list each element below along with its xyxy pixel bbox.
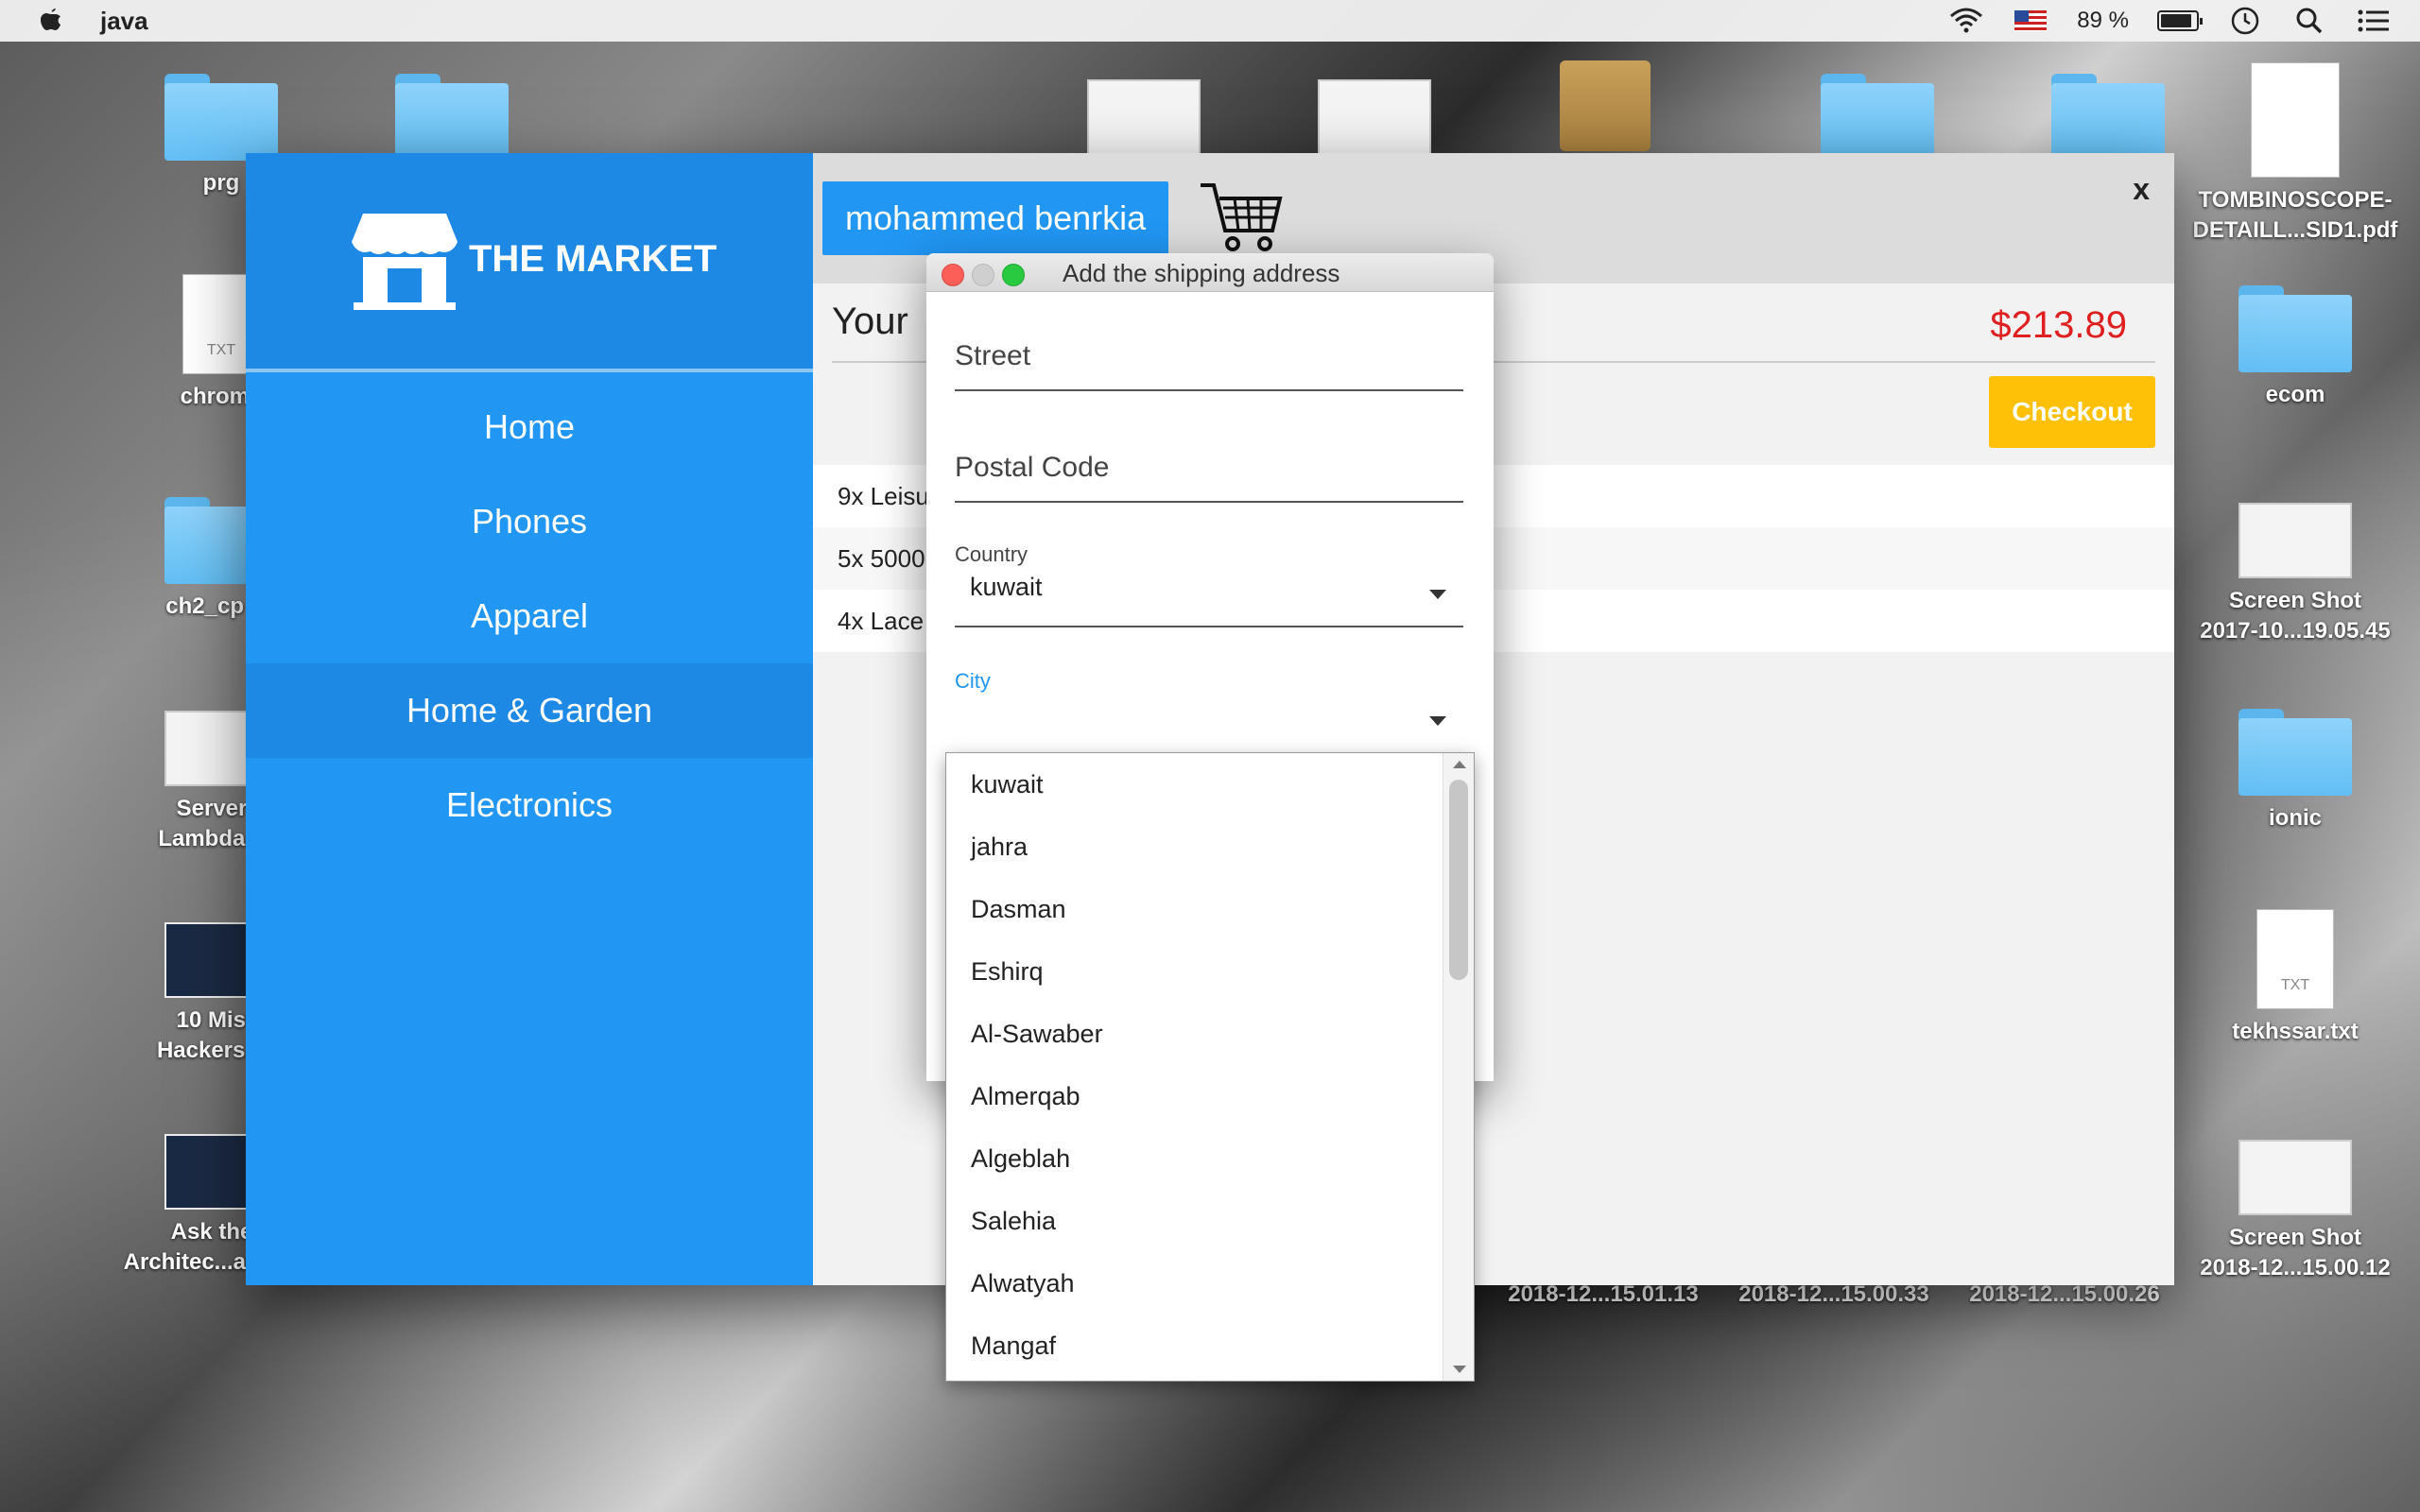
dropdown-option[interactable]: Eshirq <box>946 940 1442 1003</box>
menu-bar: java 89 % <box>0 0 2420 42</box>
desktop-icon-screenshot[interactable] <box>1261 79 1488 163</box>
dropdown-option[interactable]: Mangaf <box>946 1314 1442 1377</box>
battery-icon[interactable] <box>2157 10 2203 31</box>
zip-archive-icon <box>1560 60 1651 151</box>
checkout-button[interactable]: Checkout <box>1989 376 2155 448</box>
sidebar-item-phones[interactable]: Phones <box>246 474 813 569</box>
screenshot-thumbnail-icon <box>2238 1140 2352 1215</box>
folder-icon <box>2051 74 2165 161</box>
postal-code-placeholder: Postal Code <box>955 452 1110 483</box>
dropdown-option[interactable]: Salehia <box>946 1190 1442 1252</box>
desktop-icon-screenshot-2018[interactable]: Screen Shot 2018-12...15.00.12 <box>2182 1140 2409 1283</box>
desktop-icon-tekhssar-txt[interactable]: TXT tekhssar.txt <box>2182 909 2409 1047</box>
dropdown-option[interactable]: Al-Sawaber <box>946 1003 1442 1065</box>
dropdown-scrollbar[interactable] <box>1443 753 1474 1381</box>
window-zoom-button[interactable] <box>1002 264 1025 286</box>
wifi-icon[interactable] <box>1948 7 1984 35</box>
window-minimize-button[interactable] <box>972 264 994 286</box>
scrollbar-thumb[interactable] <box>1449 780 1468 980</box>
battery-percent: 89 % <box>2077 8 2129 33</box>
screenshot-thumbnail-icon <box>1318 79 1431 155</box>
pdf-file-icon <box>2251 62 2340 178</box>
us-flag-icon[interactable] <box>2013 7 2048 35</box>
folder-icon <box>2238 709 2352 796</box>
desktop-icon-screenshot[interactable] <box>1030 79 1257 163</box>
postal-code-field[interactable]: Postal Code <box>955 452 1463 503</box>
sidebar: THE MARKET Home Phones Apparel Home & Ga… <box>246 153 813 1285</box>
time-machine-icon[interactable] <box>2227 7 2263 35</box>
sidebar-item-home[interactable]: Home <box>246 380 813 474</box>
dropdown-option[interactable]: kuwait <box>946 753 1442 816</box>
user-button[interactable]: mohammed benrkia <box>822 181 1169 255</box>
folder-icon <box>1821 74 1934 161</box>
window-close-button[interactable] <box>942 264 964 286</box>
folder-icon <box>395 74 509 161</box>
chevron-down-icon <box>1429 716 1446 726</box>
scroll-up-arrow-icon[interactable] <box>1453 761 1466 768</box>
sidebar-item-apparel[interactable]: Apparel <box>246 569 813 663</box>
brand-name: THE MARKET <box>469 238 717 280</box>
sidebar-item-home-garden[interactable]: Home & Garden <box>246 663 813 758</box>
folder-icon <box>164 74 278 161</box>
country-label: Country <box>955 542 1028 566</box>
brand-header: THE MARKET <box>246 153 813 372</box>
store-icon <box>352 214 458 310</box>
desktop-icon-package[interactable] <box>1492 60 1719 159</box>
folder-icon <box>2238 285 2352 372</box>
city-dropdown-list: kuwait jahra Dasman Eshirq Al-Sawaber Almerqa… <box>945 752 1475 1382</box>
screenshot-thumbnail-icon <box>1087 79 1201 155</box>
dropdown-option[interactable]: Alwatyah <box>946 1252 1442 1314</box>
desktop-icon-ionic[interactable]: ionic <box>2182 709 2409 833</box>
desktop-icon-tombinoscope-pdf[interactable]: TOMBINOSCOPE- DETAILL...SID1.pdf <box>2182 62 2409 246</box>
dropdown-option[interactable]: Algeblah <box>946 1127 1442 1190</box>
text-file-icon: TXT <box>2256 909 2334 1009</box>
city-select[interactable]: City <box>955 669 1463 754</box>
dropdown-option[interactable]: Almerqab <box>946 1065 1442 1127</box>
country-value: kuwait <box>970 573 1043 601</box>
dropdown-option[interactable]: Dasman <box>946 878 1442 940</box>
street-placeholder: Street <box>955 340 1031 371</box>
close-button[interactable]: x <box>2133 172 2150 207</box>
apple-icon[interactable] <box>38 7 64 35</box>
desktop-icon-screenshot-2017[interactable]: Screen Shot 2017-10...19.05.45 <box>2182 503 2409 646</box>
screenshot-thumbnail-icon <box>2238 503 2352 578</box>
city-label: City <box>955 669 991 693</box>
cart-icon[interactable] <box>1199 181 1284 253</box>
spotlight-search-icon[interactable] <box>2291 7 2327 35</box>
street-field[interactable]: Street <box>955 340 1463 391</box>
dropdown-option[interactable]: jahra <box>946 816 1442 878</box>
city-options: kuwait jahra Dasman Eshirq Al-Sawaber Almerqa… <box>946 753 1442 1377</box>
sidebar-nav: Home Phones Apparel Home & Garden Electr… <box>246 380 813 852</box>
scroll-down-arrow-icon[interactable] <box>1453 1366 1466 1373</box>
desktop-icon-ecom[interactable]: ecom <box>2182 285 2409 410</box>
country-select[interactable]: Country kuwait <box>955 542 1463 627</box>
notification-center-icon[interactable] <box>2356 7 2392 35</box>
sidebar-item-electronics[interactable]: Electronics <box>246 758 813 852</box>
dialog-title-bar: Add the shipping address <box>926 253 1494 292</box>
dialog-title: Add the shipping address <box>1063 259 1340 287</box>
cart-title: Your <box>832 301 908 342</box>
cart-total: $213.89 <box>1990 304 2127 346</box>
chevron-down-icon <box>1429 590 1446 599</box>
app-menu-name[interactable]: java <box>100 7 148 36</box>
